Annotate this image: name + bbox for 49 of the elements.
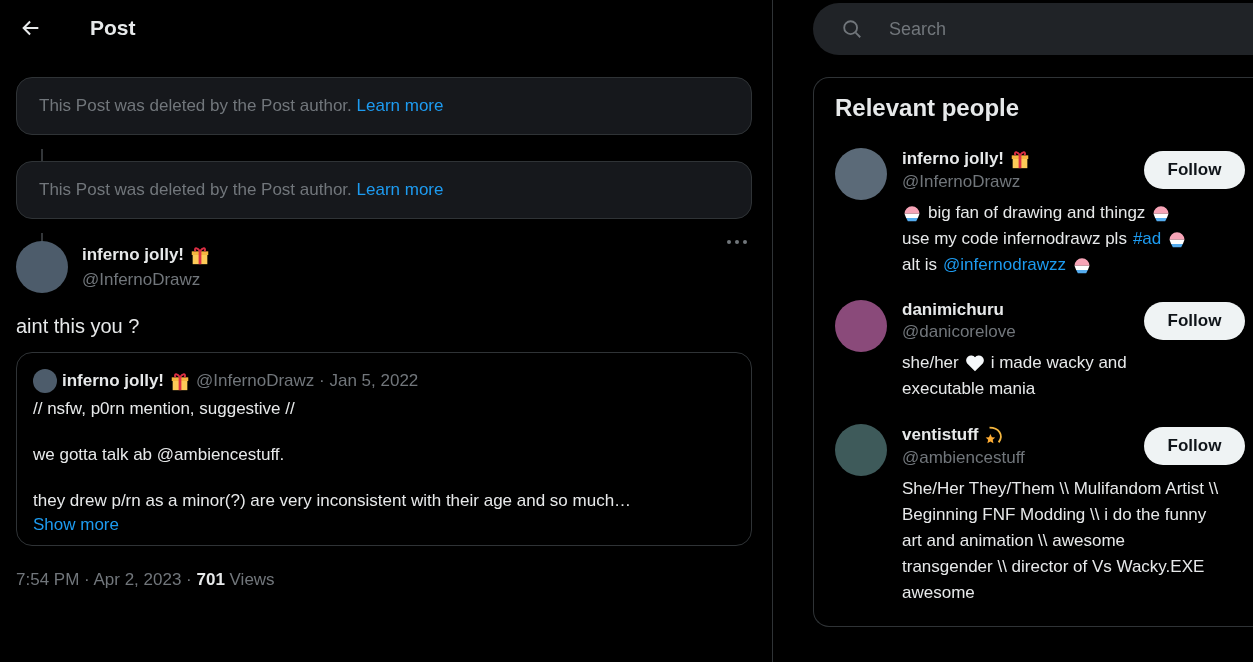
learn-more-link[interactable]: Learn more: [356, 180, 444, 199]
person-name[interactable]: ventistuff: [902, 425, 979, 445]
post-stats: 7:54 PM · Apr 2, 2023 · 701 Views: [16, 570, 276, 590]
quoted-post-text: we gotta talk ab @ambiencestuff.: [33, 445, 286, 465]
bio-text: She/Her They/Them \\ Mulifandom Artist \\ Beginning FNF Modding \\ i do the funny art and animation \\ awesome transgender \\ director of Vs Wacky.EXE awesome: [902, 478, 1220, 604]
deleted-post-message: This Post was deleted by the Post author. Learn more: [39, 96, 444, 116]
avatar-placeholder[interactable]: [16, 241, 68, 293]
gift-icon: [1009, 148, 1031, 170]
post-text: aint this you ?: [16, 315, 141, 338]
avatar-placeholder[interactable]: [835, 300, 887, 352]
avatar-placeholder[interactable]: [835, 148, 887, 200]
search-bar[interactable]: Search: [813, 3, 1253, 55]
bio-text: alt is: [902, 254, 937, 276]
quoted-post-text: they drew p/rn as a minor(?) are very inconsistent with their age and so much…: [33, 491, 633, 511]
quoted-post[interactable]: [16, 352, 752, 546]
bio-text: use my code infernodrawz pls: [902, 228, 1127, 250]
more-options-icon[interactable]: [726, 239, 748, 245]
heart-icon: [964, 354, 985, 372]
person-handle[interactable]: @danicorelove: [902, 322, 1144, 342]
person-handle[interactable]: @InfernoDrawz: [902, 172, 1144, 192]
gift-icon: [189, 244, 211, 266]
bio-link[interactable]: #ad: [1132, 226, 1162, 252]
avatar-placeholder: [33, 369, 57, 393]
person-name[interactable]: inferno jolly!: [902, 149, 1004, 169]
page-title: Post: [90, 15, 136, 40]
quoted-post-text: // nsfw, p0rn mention, suggestive //: [33, 399, 296, 419]
avatar-placeholder[interactable]: [835, 424, 887, 476]
person-name[interactable]: danimichuru: [902, 300, 1004, 320]
follow-button[interactable]: Follow: [1144, 151, 1245, 189]
follow-button[interactable]: Follow: [1144, 302, 1245, 340]
bio-text: big fan of drawing and thingz: [928, 202, 1146, 224]
bio-text: executable mania: [902, 378, 1036, 400]
bio-text: she/her: [902, 352, 959, 374]
person-handle[interactable]: @ambiencestuff: [902, 448, 1144, 468]
card-title: Relevant people: [835, 94, 1021, 122]
bio-text: i made wacky and: [990, 352, 1127, 374]
bio-link[interactable]: @infernodrawzz: [942, 252, 1067, 278]
search-field[interactable]: Search: [887, 17, 1253, 41]
follow-button[interactable]: Follow: [1144, 427, 1245, 465]
author-handle[interactable]: @InfernoDrawz: [82, 270, 752, 290]
learn-more-link[interactable]: Learn more: [356, 96, 444, 115]
deleted-post-message: This Post was deleted by the Post author. Learn more: [39, 180, 444, 200]
gift-icon: [169, 370, 191, 392]
shaved-ice-icon: [902, 203, 922, 223]
author-name[interactable]: inferno jolly!: [82, 245, 184, 265]
quoted-author-name: inferno jolly!: [62, 371, 164, 391]
quoted-post-meta: @InfernoDrawz · Jan 5, 2022: [196, 371, 419, 391]
show-more-link[interactable]: Show more: [33, 515, 119, 534]
search-icon: [841, 18, 863, 40]
